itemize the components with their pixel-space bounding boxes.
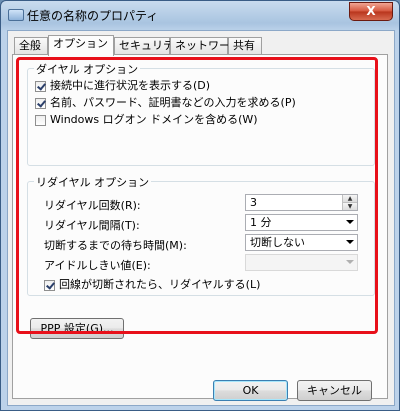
tab-sharing[interactable]: 共有	[228, 37, 262, 54]
dialog-client: 全般 オプション セキュリティ ネットワーク 共有 ダイヤル オプション 接続中…	[7, 30, 395, 406]
network-connection-icon	[8, 9, 24, 21]
close-button[interactable]: X	[349, 2, 393, 21]
cancel-button[interactable]: キャンセル	[297, 380, 372, 401]
properties-dialog: 任意の名称のプロパティ X 全般 オプション セキュリティ ネットワーク 共有 …	[0, 0, 400, 411]
tab-options[interactable]: オプション	[48, 35, 114, 56]
tab-general[interactable]: 全般	[14, 37, 48, 54]
tab-security[interactable]: セキュリティ	[114, 37, 184, 54]
title-bar[interactable]: 任意の名称のプロパティ X	[1, 1, 399, 29]
window-title: 任意の名称のプロパティ	[27, 9, 159, 23]
tab-network[interactable]: ネットワーク	[170, 37, 241, 54]
highlight-box	[16, 57, 378, 334]
ok-button[interactable]: OK	[213, 380, 288, 401]
